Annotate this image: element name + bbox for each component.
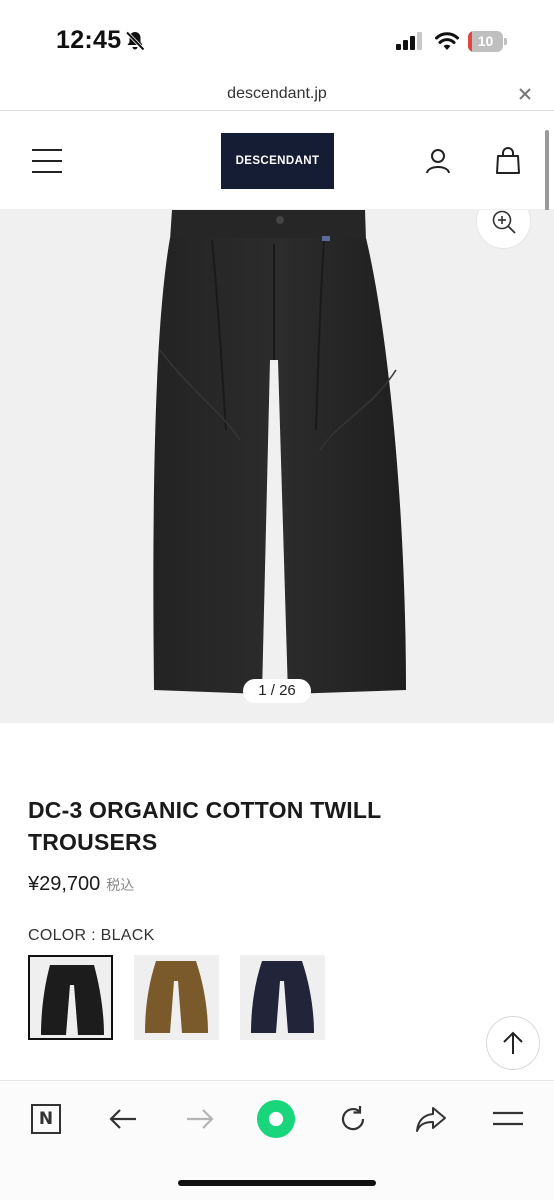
hamburger-icon bbox=[493, 1111, 523, 1126]
swatch-brown[interactable] bbox=[134, 955, 219, 1040]
reload-button[interactable] bbox=[333, 1101, 373, 1137]
brand-logo-text: DESCENDANT bbox=[235, 155, 320, 167]
product-gallery[interactable]: 1 / 26 bbox=[0, 210, 554, 723]
tax-included-label: 税込 bbox=[106, 877, 135, 893]
product-price: ¥29,700 bbox=[28, 873, 101, 895]
close-icon[interactable] bbox=[516, 85, 534, 103]
color-label: COLOR : BLACK bbox=[28, 927, 155, 944]
swatch-black[interactable] bbox=[28, 955, 113, 1040]
status-bar: 12:45 10 bbox=[0, 0, 554, 80]
share-button[interactable] bbox=[411, 1101, 451, 1137]
green-home-icon bbox=[256, 1099, 296, 1139]
cellular-signal-icon bbox=[396, 32, 422, 50]
swatch-image-navy bbox=[251, 961, 314, 1033]
swatch-navy[interactable] bbox=[240, 955, 325, 1040]
arrow-up-icon bbox=[503, 1031, 523, 1054]
zoom-button[interactable] bbox=[476, 210, 531, 249]
zoom-in-icon bbox=[492, 210, 516, 234]
n-icon: N bbox=[31, 1104, 61, 1134]
bell-muted-icon bbox=[125, 31, 145, 51]
shopping-bag-icon[interactable] bbox=[495, 147, 521, 175]
back-arrow-icon bbox=[109, 1109, 136, 1129]
wifi-icon bbox=[435, 32, 459, 50]
forward-arrow-icon bbox=[187, 1109, 214, 1129]
gallery-page-indicator: 1 / 26 bbox=[243, 679, 311, 703]
forward-button[interactable] bbox=[180, 1101, 220, 1137]
reload-icon bbox=[341, 1106, 365, 1131]
n-app-button[interactable]: N bbox=[26, 1101, 66, 1137]
site-header: DESCENDANT bbox=[0, 112, 554, 210]
product-title: DC-3 ORGANIC COTTON TWILL TROUSERS bbox=[28, 797, 381, 855]
home-indicator[interactable] bbox=[178, 1180, 376, 1186]
product-image-trousers[interactable] bbox=[130, 210, 430, 710]
address-bar[interactable]: descendant.jp bbox=[0, 80, 554, 111]
more-menu-button[interactable] bbox=[488, 1101, 528, 1137]
back-button[interactable] bbox=[103, 1101, 143, 1137]
swatch-image-brown bbox=[145, 961, 208, 1033]
battery-level: 10 bbox=[477, 33, 494, 49]
scroll-to-top-button[interactable] bbox=[486, 1016, 540, 1070]
brand-logo[interactable]: DESCENDANT bbox=[221, 133, 334, 189]
hamburger-menu-icon[interactable] bbox=[32, 148, 62, 174]
battery-indicator: 10 bbox=[468, 31, 508, 52]
price-row: ¥29,700 税込 bbox=[28, 873, 134, 899]
url-text[interactable]: descendant.jp bbox=[0, 85, 554, 103]
status-time: 12:45 bbox=[56, 26, 122, 54]
share-icon bbox=[416, 1107, 446, 1132]
home-button[interactable] bbox=[256, 1099, 296, 1139]
account-icon[interactable] bbox=[425, 148, 451, 174]
swatch-image-black bbox=[41, 965, 104, 1035]
